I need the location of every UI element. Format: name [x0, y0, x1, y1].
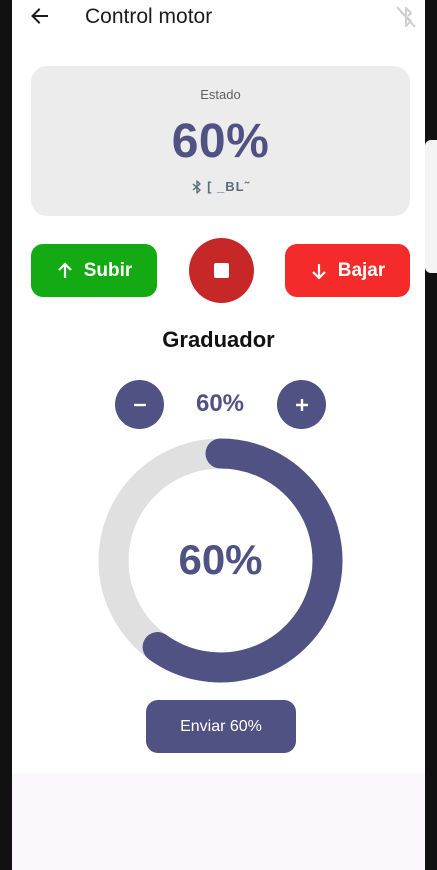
up-button[interactable]: Subir — [31, 244, 157, 297]
stop-button[interactable] — [189, 238, 254, 303]
bluetooth-disabled-button[interactable] — [394, 5, 418, 29]
gauge-value: 60% — [178, 536, 263, 583]
arrow-down-icon — [311, 263, 326, 280]
page-title: Control motor — [85, 5, 213, 28]
arrow-up-icon — [57, 261, 72, 278]
arrow-left-icon — [31, 8, 48, 24]
decrease-button[interactable] — [115, 380, 164, 429]
status-card: Estado 60% [ _BL˜ — [31, 66, 410, 216]
down-button-label: Bajar — [337, 259, 386, 281]
bluetooth-icon — [192, 179, 201, 194]
status-value: 60% — [171, 115, 270, 168]
status-label: Estado — [200, 87, 241, 102]
minus-icon — [133, 403, 146, 406]
bottom-area — [12, 773, 425, 870]
app-screen: Control motor Estado 60% [ _BL˜ Subir Ba… — [12, 0, 425, 870]
plus-icon — [295, 398, 308, 411]
edge-handle[interactable] — [425, 140, 437, 273]
stop-icon — [214, 263, 229, 278]
app-bar: Control motor — [12, 0, 425, 36]
device-info: [ _BL˜ — [31, 179, 410, 194]
device-name: [ _BL˜ — [207, 179, 250, 194]
up-button-label: Subir — [83, 259, 133, 281]
back-button[interactable] — [28, 4, 52, 28]
stepper-value: 60% — [195, 390, 245, 417]
down-button[interactable]: Bajar — [285, 244, 410, 297]
send-button[interactable]: Enviar 60% — [146, 700, 296, 753]
bluetooth-disabled-icon — [396, 6, 416, 28]
section-title: Graduador — [162, 327, 275, 352]
increase-button[interactable] — [277, 380, 326, 429]
